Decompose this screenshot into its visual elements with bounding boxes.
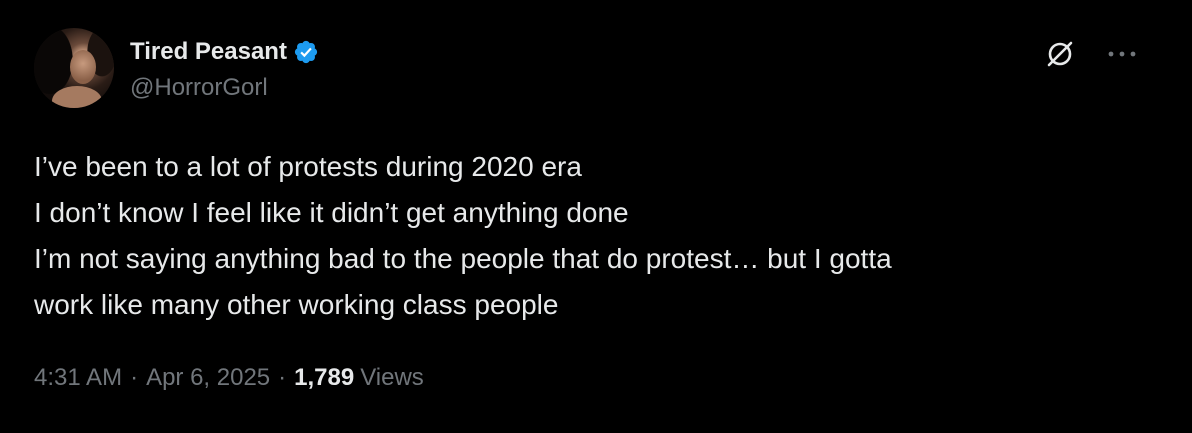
grok-icon[interactable] (1044, 38, 1076, 70)
tweet-line: I’ve been to a lot of protests during 20… (34, 151, 582, 182)
tweet-time[interactable]: 4:31 AM (34, 364, 122, 392)
views-label[interactable]: Views (360, 364, 424, 392)
verified-badge-icon[interactable] (293, 39, 319, 65)
avatar-face (70, 50, 96, 84)
meta-separator: · (278, 364, 287, 391)
meta-separator: · (130, 364, 139, 391)
tweet-card: Tired Peasant @HorrorGorl I’ve been to a… (0, 0, 1192, 433)
tweet-date[interactable]: Apr 6, 2025 (146, 364, 270, 392)
avatar-shoulder (52, 86, 102, 108)
avatar[interactable] (34, 28, 114, 108)
tweet-line: work like many other working class peopl… (34, 289, 559, 320)
name-row: Tired Peasant (130, 36, 319, 68)
tweet-line: I’m not saying anything bad to the peopl… (34, 243, 892, 274)
views-count[interactable]: 1,789 (294, 364, 354, 392)
tweet-meta: 4:31 AM · Apr 6, 2025 · 1,789 Views (34, 364, 1158, 392)
user-info: Tired Peasant @HorrorGorl (130, 36, 319, 102)
tweet-header: Tired Peasant @HorrorGorl (34, 28, 1158, 112)
ellipsis-icon (1108, 51, 1136, 57)
user-handle[interactable]: @HorrorGorl (130, 74, 319, 102)
display-name[interactable]: Tired Peasant (130, 38, 287, 66)
tweet-line: I don’t know I feel like it didn’t get a… (34, 197, 629, 228)
more-options-icon[interactable] (1104, 36, 1140, 72)
tweet-text: I’ve been to a lot of protests during 20… (34, 144, 1134, 328)
